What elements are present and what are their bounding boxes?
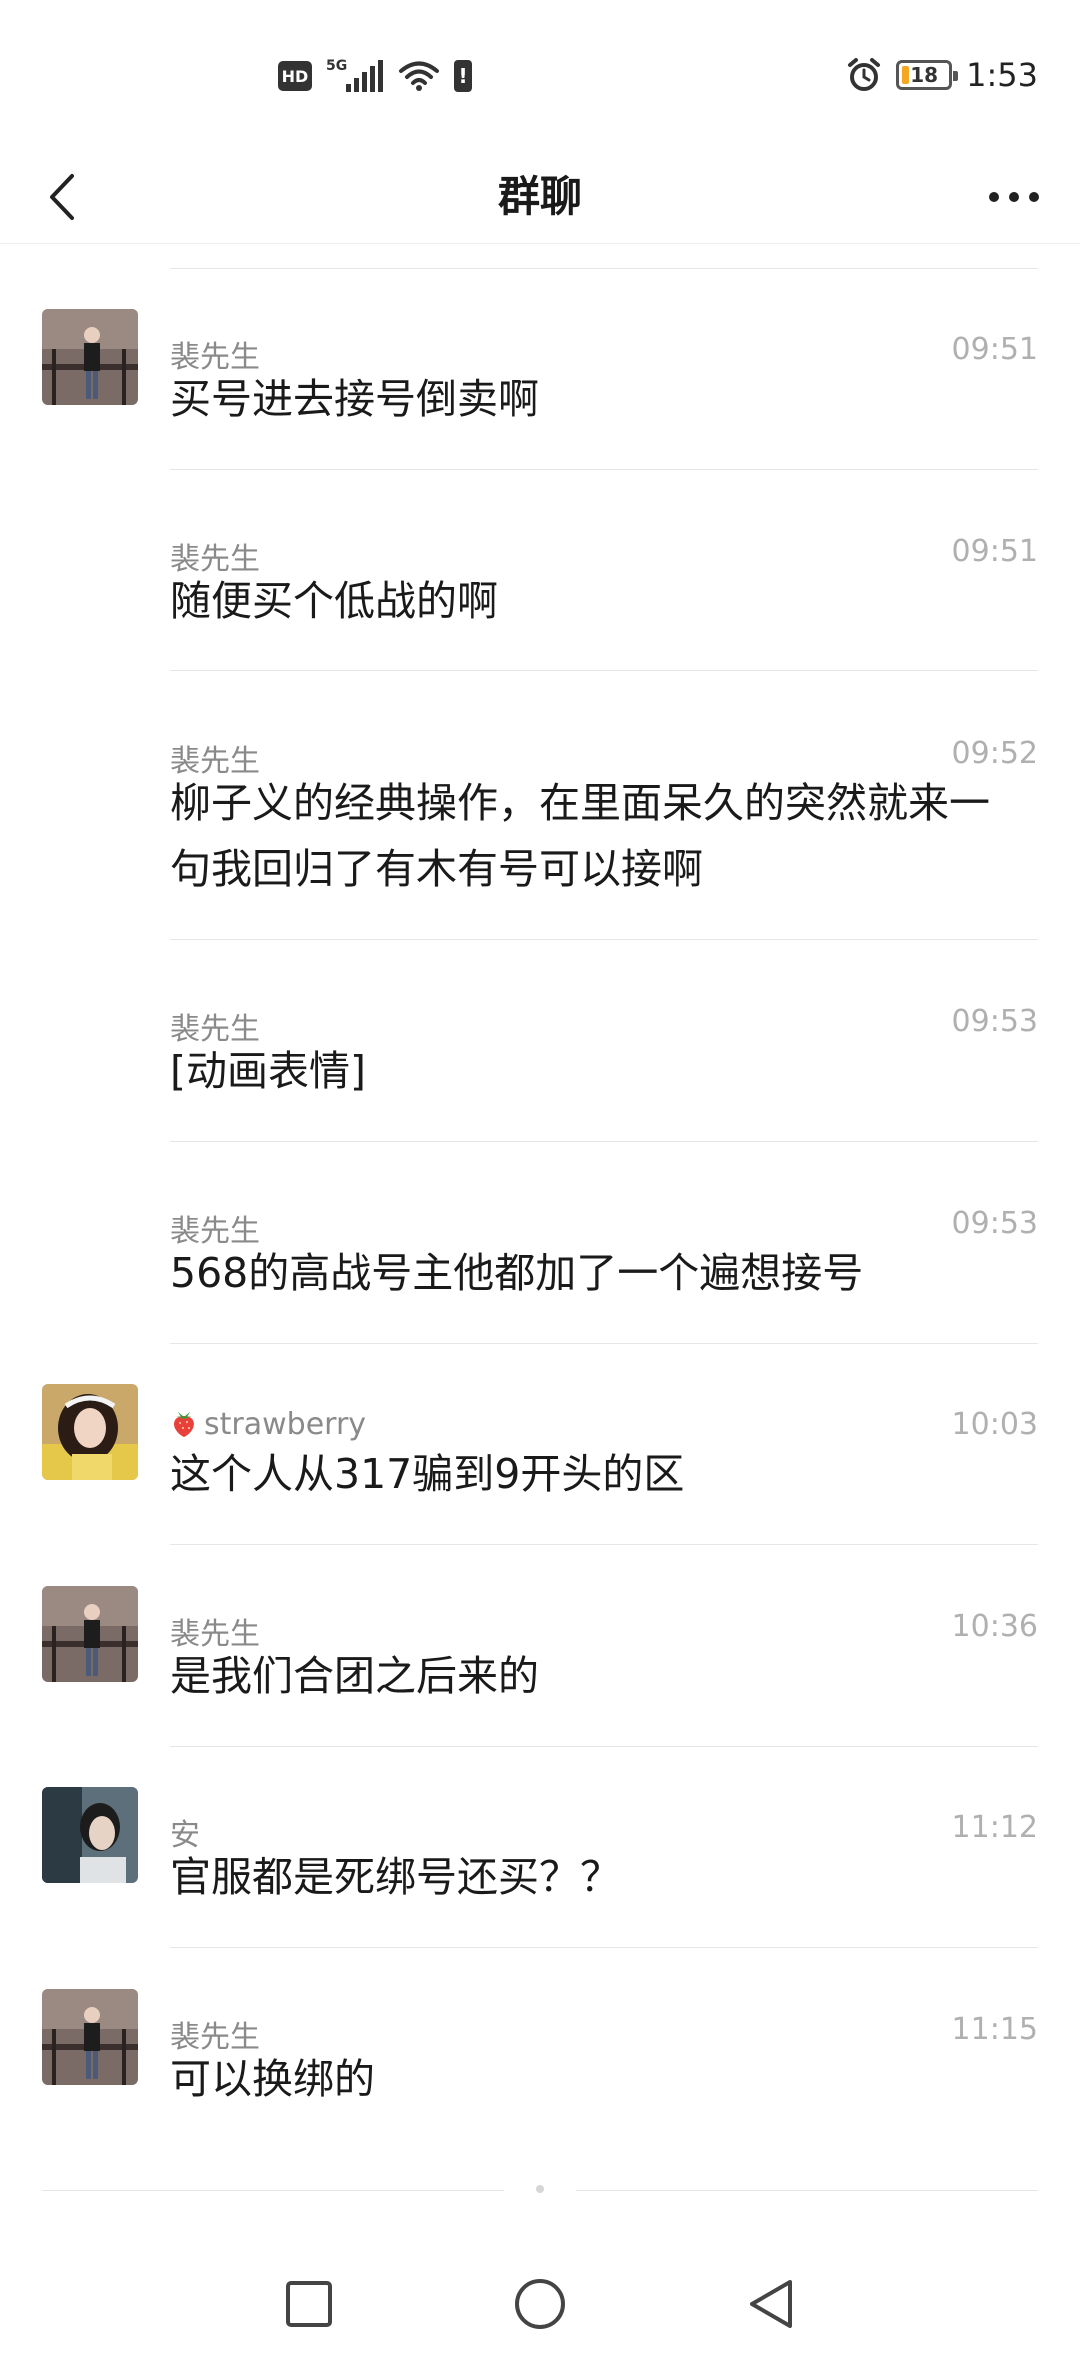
wifi-icon: [399, 61, 439, 91]
message-text[interactable]: 买号进去接号倒卖啊: [170, 366, 1010, 432]
message-time: 09:53: [951, 1004, 1038, 1039]
message-list[interactable]: 裴先生 09:51 买号进去接号倒卖啊 裴先生 09:51 随便买个低战的啊 裴…: [0, 244, 1080, 2204]
divider: [170, 1746, 1038, 1747]
avatar[interactable]: [42, 1989, 138, 2085]
message-text[interactable]: [动画表情]: [170, 1038, 1010, 1104]
more-options-button[interactable]: [974, 164, 1054, 230]
divider: [170, 1947, 1038, 1948]
message-time: 09:51: [951, 332, 1038, 367]
message-text[interactable]: 柳子义的经典操作，在里面呆久的突然就来一句我回归了有木有号可以接啊: [170, 770, 1010, 902]
alert-icon: !: [454, 60, 472, 92]
recents-square-icon: [286, 2281, 332, 2327]
message-text[interactable]: 可以换绑的: [170, 2046, 1010, 2112]
message-text[interactable]: 568的高战号主他都加了一个遍想接号: [170, 1240, 1010, 1306]
battery-icon: 18: [896, 60, 959, 90]
navigation-bar: [0, 2230, 1080, 2376]
divider: [576, 2190, 1038, 2191]
divider: [170, 1544, 1038, 1545]
divider: [170, 268, 1038, 269]
back-triangle-icon: [750, 2280, 792, 2328]
message-text[interactable]: 官服都是死绑号还买？？: [170, 1844, 1010, 1910]
message-time: 10:03: [951, 1407, 1038, 1442]
status-bar: HD 5G ! 18 1:53: [0, 0, 1080, 150]
divider: [170, 1141, 1038, 1142]
network-type-label: 5G: [326, 58, 348, 74]
system-back-button[interactable]: [731, 2264, 811, 2344]
avatar[interactable]: [42, 309, 138, 405]
status-time: 1:53: [966, 56, 1038, 94]
page-title: 群聊: [497, 172, 582, 221]
status-left-group: HD 5G !: [278, 56, 472, 96]
message-text[interactable]: 这个人从317骗到9开头的区: [170, 1441, 1010, 1507]
avatar[interactable]: [42, 1787, 138, 1883]
message-time: 11:12: [951, 1810, 1038, 1845]
strawberry-icon: [174, 1412, 194, 1437]
divider: [42, 2190, 504, 2191]
scroll-indicator-dot: [536, 2185, 544, 2193]
home-circle-icon: [515, 2279, 565, 2329]
message-time: 09:51: [951, 534, 1038, 569]
status-right-group: 18 1:53: [846, 52, 1038, 98]
divider: [170, 469, 1038, 470]
sender-name: strawberry: [204, 1407, 367, 1442]
message-text[interactable]: 随便买个低战的啊: [170, 568, 1010, 634]
avatar[interactable]: [42, 1384, 138, 1480]
title-bar: 群聊: [0, 150, 1080, 244]
hd-icon: HD: [278, 61, 312, 91]
more-dots-icon: [989, 192, 999, 202]
message-time: 09:52: [951, 736, 1038, 771]
recents-button[interactable]: [269, 2264, 349, 2344]
divider: [170, 1343, 1038, 1344]
battery-level: 18: [910, 63, 939, 87]
home-button[interactable]: [500, 2264, 580, 2344]
message-time: 10:36: [951, 1609, 1038, 1644]
divider: [170, 939, 1038, 940]
divider: [170, 670, 1038, 671]
message-time: 11:15: [951, 2012, 1038, 2047]
message-sender: strawberry: [170, 1407, 366, 1442]
message-text[interactable]: 是我们合团之后来的: [170, 1643, 1010, 1709]
avatar[interactable]: [42, 1586, 138, 1682]
signal-icon: 5G: [326, 58, 384, 94]
message-time: 09:53: [951, 1206, 1038, 1241]
alarm-icon: [848, 58, 881, 91]
